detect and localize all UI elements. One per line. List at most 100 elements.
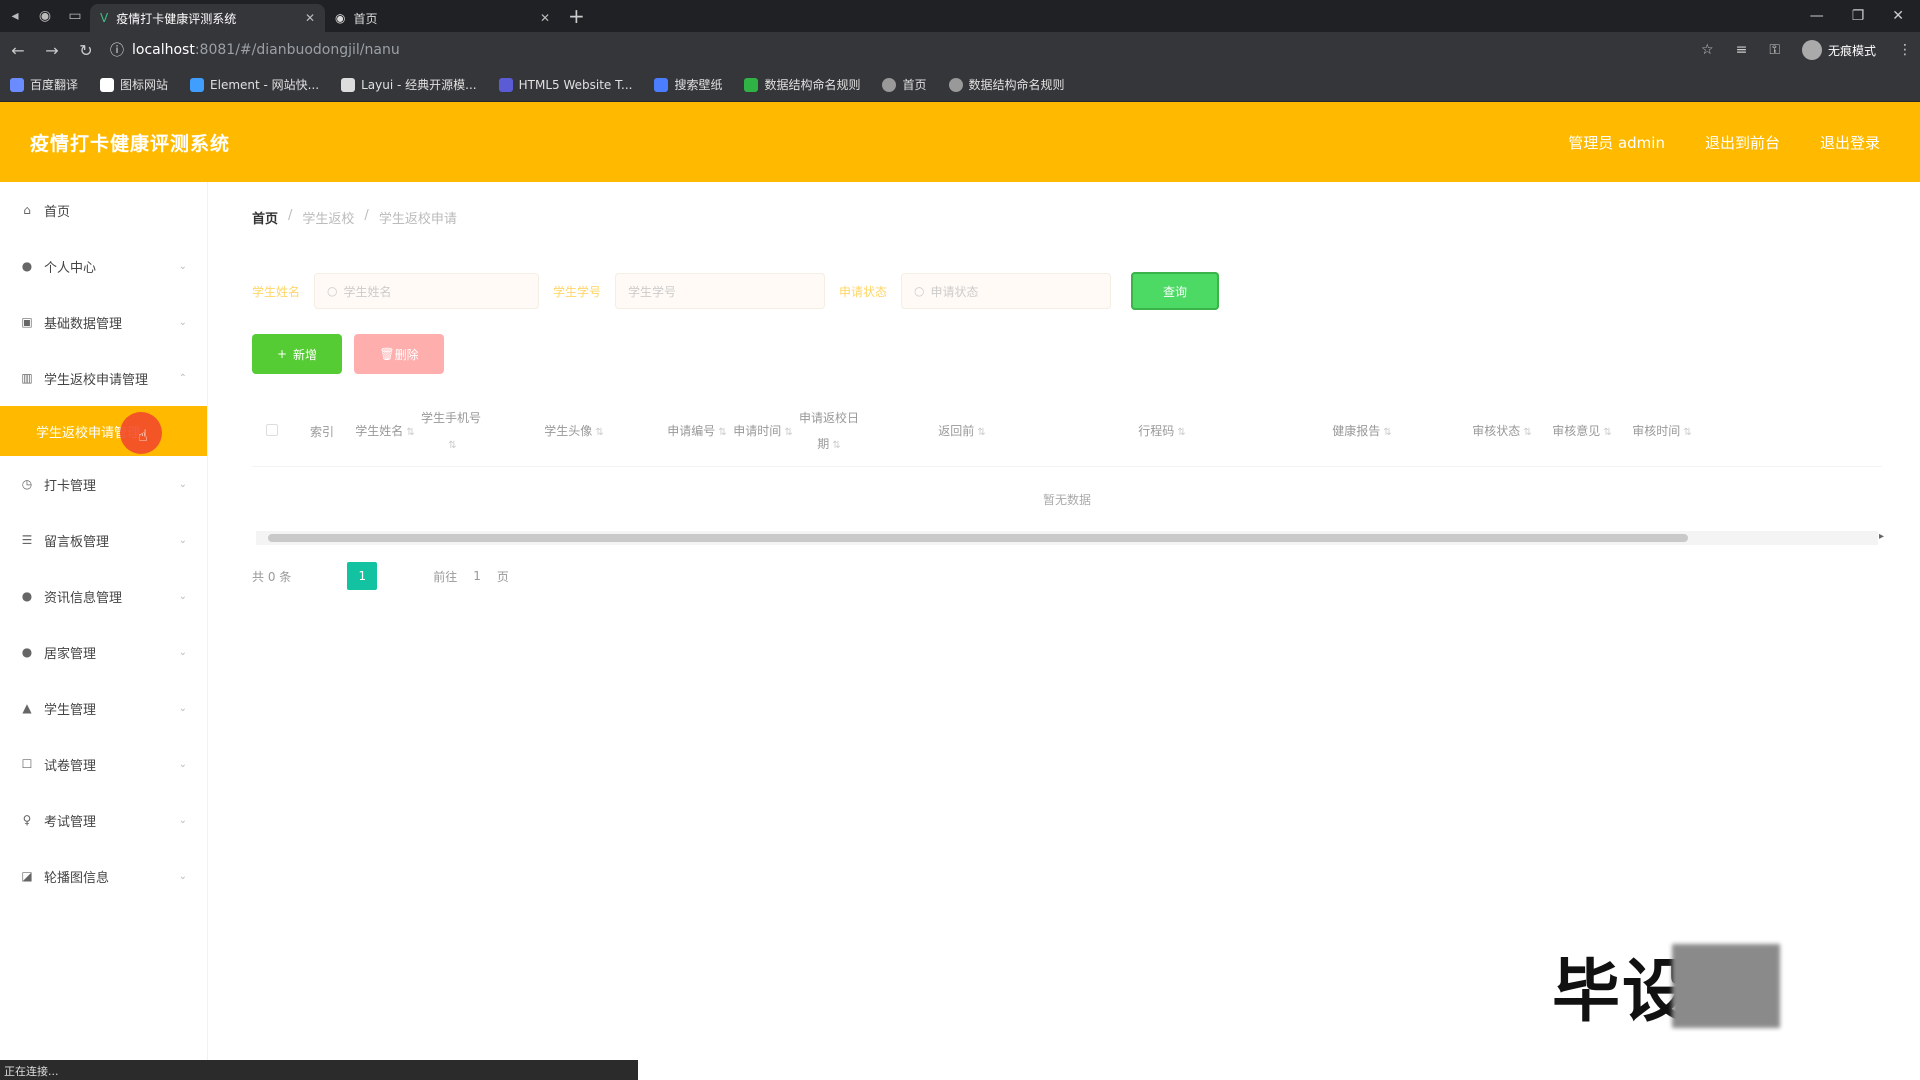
sidebar-item-basic-data[interactable]: ▣ 基础数据管理 ⌄ (0, 294, 207, 350)
browser-tab-bar: ◂ ◉ ▭ V 疫情打卡健康评测系统 ✕ ◉ 首页 ✕ + — ❐ ✕ (0, 0, 1920, 32)
column-header[interactable]: 审核时间 ⇅ (1622, 418, 1702, 446)
menu-dots-icon[interactable]: ⋮ (1898, 42, 1912, 58)
forward-icon[interactable]: → (42, 41, 62, 60)
chevron-down-icon: ⌄ (178, 534, 187, 546)
sort-icon[interactable]: ⇅ (784, 427, 792, 438)
sidebar-item-home[interactable]: ⌂ 首页 (0, 182, 207, 238)
close-window-icon[interactable]: ✕ (1892, 8, 1904, 24)
hand-cursor-icon: ☝ (138, 426, 148, 445)
column-header[interactable]: 行程码 ⇅ (1062, 418, 1262, 446)
globe-icon (882, 77, 897, 92)
window-controls: — ❐ ✕ (1810, 8, 1920, 24)
close-tab-icon[interactable]: ✕ (540, 11, 550, 25)
element-icon (190, 77, 205, 92)
logout-link[interactable]: 退出登录 (1820, 132, 1880, 153)
page-current[interactable]: 1 (347, 562, 378, 590)
bookmark[interactable]: 搜索壁纸 (654, 76, 722, 93)
student-name-input[interactable]: ○ 学生姓名 (314, 273, 540, 309)
sort-icon[interactable]: ⇅ (1383, 427, 1391, 438)
student-number-label: 学生学号 (553, 284, 602, 299)
column-header[interactable]: 学生姓名 ⇅ (352, 418, 418, 446)
sort-icon[interactable]: ⇅ (406, 427, 414, 438)
sidebar-item-exams[interactable]: ♀ 考试管理 ⌄ (0, 792, 207, 848)
clock-icon: ◷ (21, 477, 33, 491)
column-header[interactable]: 学生头像 ⇅ (484, 418, 664, 446)
front-link[interactable]: 退出到前台 (1705, 132, 1780, 153)
profile-button[interactable]: 无痕模式 (1801, 40, 1876, 60)
sort-icon[interactable]: ⇅ (718, 427, 726, 438)
bookmark[interactable]: 百度翻译 (10, 76, 78, 93)
back-icon[interactable]: ← (8, 41, 28, 60)
scroll-right-icon[interactable]: ▸ (1879, 531, 1884, 542)
doc-icon (744, 77, 759, 92)
blurred-region (1672, 943, 1781, 1028)
sidebar-item-checkin[interactable]: ◷ 打卡管理 ⌄ (0, 456, 207, 512)
column-header[interactable]: 审核状态 ⇅ (1462, 418, 1542, 446)
total-count: 共 0 条 (252, 569, 292, 584)
sidebar-subitem-return-application[interactable]: 学生返校申请管理 ☝ (0, 406, 207, 456)
tab-window-icon[interactable]: ▭ (60, 8, 90, 24)
sidebar-item-papers[interactable]: ☐ 试卷管理 ⌄ (0, 736, 207, 792)
minimize-icon[interactable]: — (1810, 8, 1824, 24)
browser-tab[interactable]: ◉ 首页 ✕ (325, 4, 560, 32)
sort-icon[interactable]: ⇅ (832, 440, 840, 451)
column-header[interactable]: 健康报告 ⇅ (1262, 418, 1462, 446)
bookmark[interactable]: 数据结构命名规则 (948, 76, 1065, 93)
bookmark[interactable]: 首页 (882, 76, 927, 93)
status-input[interactable]: ○ 申请状态 (901, 273, 1112, 309)
trash-icon: 🗑 (379, 347, 395, 361)
sidebar-item-news[interactable]: ● 资讯信息管理 ⌄ (0, 568, 207, 624)
horizontal-scrollbar[interactable]: ▸ (256, 531, 1884, 545)
column-header[interactable]: 审核意见 ⇅ (1542, 418, 1622, 446)
browser-tab-active[interactable]: V 疫情打卡健康评测系统 ✕ (90, 4, 325, 32)
scrollbar-thumb[interactable] (268, 534, 1688, 542)
bookmark[interactable]: Element - 网站快... (190, 76, 319, 93)
sort-icon[interactable]: ⇅ (448, 440, 456, 451)
sort-icon[interactable]: ⇅ (1177, 427, 1185, 438)
column-header[interactable]: 申请编号 ⇅ (664, 418, 730, 446)
app-header: 疫情打卡健康评测系统 管理员 admin 退出到前台 退出登录 (0, 102, 1920, 182)
new-tab-icon[interactable]: + (568, 4, 585, 28)
select-all-checkbox[interactable] (252, 419, 292, 445)
translate-icon (10, 77, 24, 92)
sort-icon[interactable]: ⇅ (1683, 427, 1691, 438)
bookmarks-bar: 百度翻译 图标网站 Element - 网站快... Layui - 经典开源模… (0, 68, 1920, 102)
column-header[interactable]: 申请时间 ⇅ (730, 418, 796, 446)
student-number-input[interactable]: 学生学号 (615, 273, 826, 309)
search-button[interactable]: 查询 (1131, 272, 1220, 310)
tab-search-icon[interactable]: ◂ (0, 8, 30, 24)
sidebar-item-return-school[interactable]: ▥ 学生返校申请管理 ⌃ (0, 350, 207, 406)
column-header[interactable]: 申请返校日期 ⇅ (796, 405, 862, 459)
reload-icon[interactable]: ↻ (76, 41, 96, 60)
key-icon[interactable]: ⚿ (1769, 42, 1780, 58)
column-header[interactable]: 学生手机号⇅ (418, 405, 484, 459)
breadcrumb-home[interactable]: 首页 (252, 208, 278, 227)
sort-icon[interactable]: ⇅ (1603, 427, 1611, 438)
sidebar-item-profile[interactable]: ● 个人中心 ⌄ (0, 238, 207, 294)
bookmark[interactable]: 数据结构命名规则 (744, 76, 860, 93)
reading-list-icon[interactable]: ≡ (1736, 42, 1748, 58)
column-header[interactable]: 索引 (292, 419, 352, 445)
sidebar-item-message-board[interactable]: ☰ 留言板管理 ⌄ (0, 512, 207, 568)
sort-icon[interactable]: ⇅ (595, 427, 603, 438)
delete-button[interactable]: 🗑 删除 (354, 334, 444, 374)
restore-icon[interactable]: ❐ (1852, 8, 1865, 24)
sidebar-item-students[interactable]: ▲ 学生管理 ⌄ (0, 680, 207, 736)
bookmark[interactable]: Layui - 经典开源模... (341, 76, 477, 93)
search-icon: ○ (914, 284, 925, 298)
bookmark[interactable]: HTML5 Website T... (498, 77, 632, 92)
url-field[interactable]: ⓘ localhost:8081/#/dianbuodongjil/nanu (110, 40, 400, 60)
sidebar-item-carousel[interactable]: ◪ 轮播图信息 ⌄ (0, 848, 207, 904)
sort-icon[interactable]: ⇅ (977, 427, 985, 438)
bookmark[interactable]: 图标网站 (100, 76, 168, 93)
sort-icon[interactable]: ⇅ (1523, 427, 1531, 438)
star-icon[interactable]: ☆ (1701, 42, 1714, 58)
goto-input[interactable]: 1 (473, 569, 481, 583)
add-button[interactable]: + 新增 (252, 334, 342, 374)
data-icon: ▣ (21, 315, 33, 329)
close-tab-icon[interactable]: ✕ (305, 11, 315, 25)
sidebar-item-home-quarantine[interactable]: ● 居家管理 ⌄ (0, 624, 207, 680)
chevron-down-icon: ⌄ (178, 870, 187, 882)
column-header[interactable]: 返回前 ⇅ (862, 418, 1062, 446)
watermark: 毕设 (1552, 936, 1781, 1035)
